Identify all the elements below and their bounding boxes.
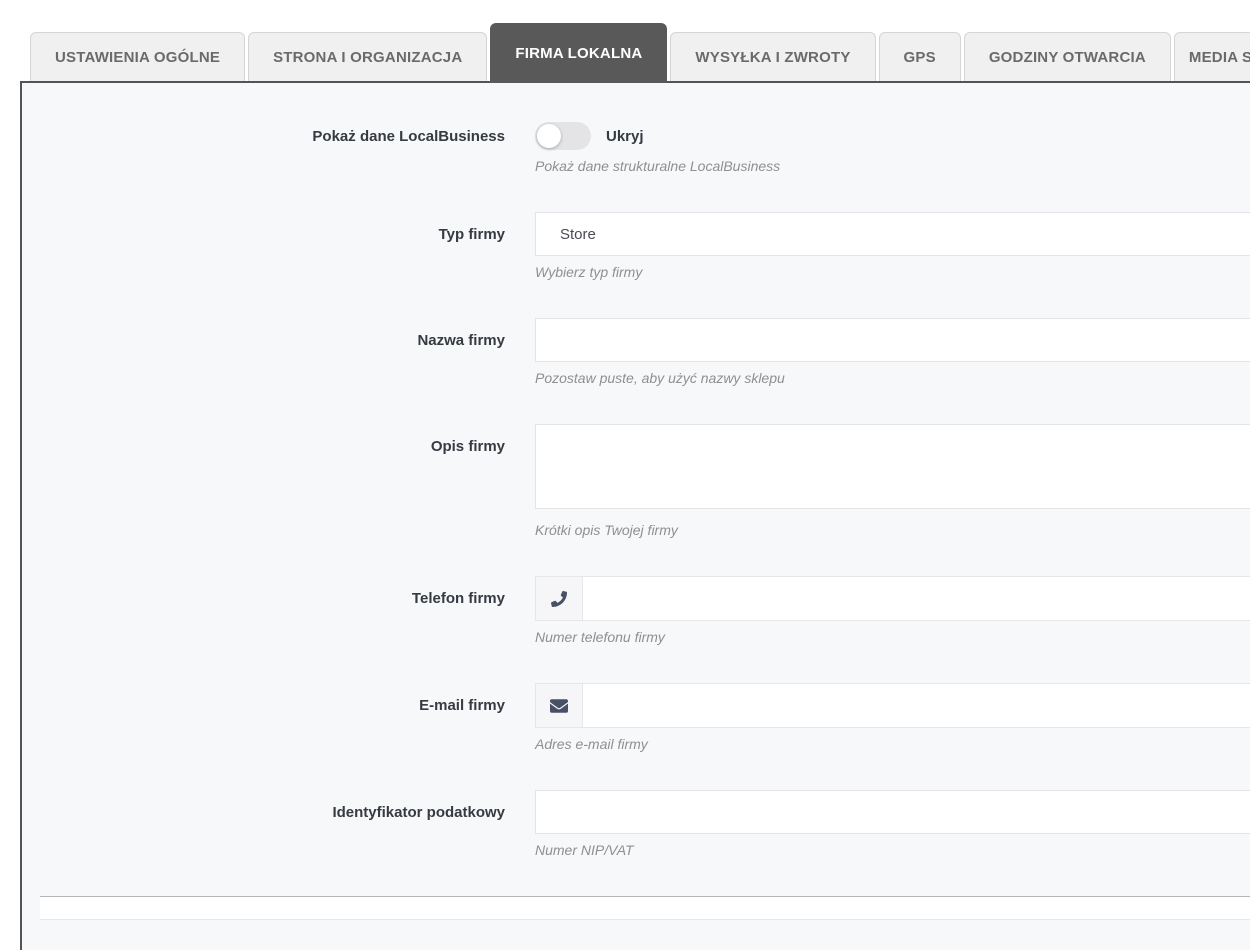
tax-id-helper: Numer NIP/VAT xyxy=(535,842,634,858)
toggle-knob xyxy=(537,124,561,148)
tab-wysylka-i-zwroty[interactable]: WYSYŁKA I ZWROTY xyxy=(670,32,876,81)
tab-gps[interactable]: GPS xyxy=(878,32,961,81)
form-row-business-email: E-mail firmy Adres e-mail firmy xyxy=(22,683,1250,752)
settings-tabs: USTAWIENIA OGÓLNE STRONA I ORGANIZACJA F… xyxy=(0,23,1250,83)
business-description-textarea[interactable] xyxy=(535,424,1250,509)
business-phone-helper: Numer telefonu firmy xyxy=(535,629,665,645)
tax-id-label: Identyfikator podatkowy xyxy=(332,804,505,821)
business-email-helper: Adres e-mail firmy xyxy=(535,736,648,752)
show-localbusiness-helper: Pokaż dane strukturalne LocalBusiness xyxy=(535,158,781,174)
form-row-business-phone: Telefon firmy Numer telefonu firmy xyxy=(22,576,1250,645)
form-row-business-description: Opis firmy Krótki opis Twojej firmy xyxy=(22,424,1250,538)
business-description-helper: Krótki opis Twojej firmy xyxy=(535,522,678,538)
business-phone-input[interactable] xyxy=(582,576,1250,621)
business-type-select[interactable]: Store xyxy=(535,212,1250,256)
phone-addon xyxy=(535,576,583,621)
form-row-tax-id: Identyfikator podatkowy Numer NIP/VAT xyxy=(22,790,1250,858)
business-type-helper: Wybierz typ firmy xyxy=(535,264,643,280)
firma-lokalna-panel: Pokaż dane LocalBusiness Ukryj Pokaż dan… xyxy=(20,81,1250,950)
show-localbusiness-toggle[interactable] xyxy=(535,122,591,150)
business-phone-label: Telefon firmy xyxy=(411,590,505,607)
business-type-label: Typ firmy xyxy=(438,226,505,243)
business-email-label: E-mail firmy xyxy=(419,697,505,714)
business-description-label: Opis firmy xyxy=(430,438,505,455)
tab-strona-i-organizacja[interactable]: STRONA I ORGANIZACJA xyxy=(248,32,488,81)
show-localbusiness-label: Pokaż dane LocalBusiness xyxy=(312,128,505,145)
business-name-label: Nazwa firmy xyxy=(417,332,505,349)
envelope-icon xyxy=(550,698,568,713)
phone-icon xyxy=(551,590,567,607)
form-row-show-localbusiness: Pokaż dane LocalBusiness Ukryj Pokaż dan… xyxy=(22,122,1250,174)
tab-godziny-otwarcia[interactable]: GODZINY OTWARCIA xyxy=(963,32,1171,81)
tab-media-spolecznosciowe[interactable]: MEDIA SP xyxy=(1173,32,1250,81)
business-email-input[interactable] xyxy=(582,683,1250,728)
panel-footer xyxy=(40,897,1250,920)
local-business-form: Pokaż dane LocalBusiness Ukryj Pokaż dan… xyxy=(22,83,1250,920)
business-name-helper: Pozostaw puste, aby użyć nazwy sklepu xyxy=(535,370,785,386)
business-name-input[interactable] xyxy=(535,318,1250,362)
form-row-business-name: Nazwa firmy Pozostaw puste, aby użyć naz… xyxy=(22,318,1250,386)
email-addon xyxy=(535,683,583,728)
tax-id-input[interactable] xyxy=(535,790,1250,834)
toggle-state-label: Ukryj xyxy=(606,127,644,145)
tab-ustawienia-ogolne[interactable]: USTAWIENIA OGÓLNE xyxy=(30,32,246,81)
form-row-business-type: Typ firmy Store Wybierz typ firmy xyxy=(22,212,1250,280)
tab-firma-lokalna[interactable]: FIRMA LOKALNA xyxy=(490,23,668,83)
